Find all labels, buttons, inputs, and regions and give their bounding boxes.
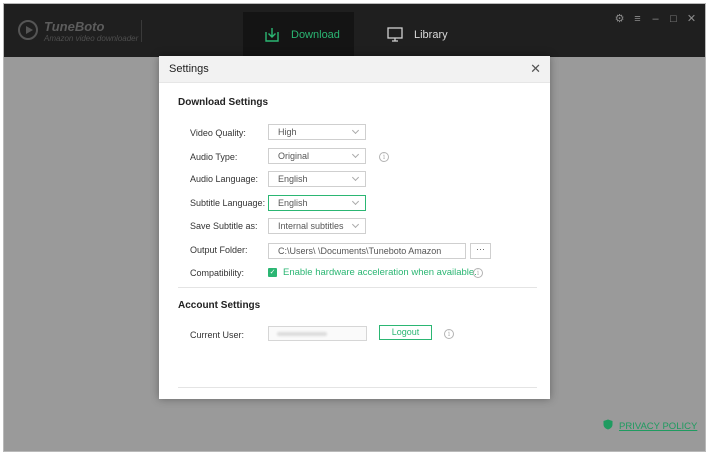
- gear-icon[interactable]: ⚙: [614, 13, 625, 25]
- divider: [178, 287, 537, 288]
- subtitle-language-label: Subtitle Language:: [190, 198, 266, 208]
- download-icon: [263, 26, 281, 44]
- divider: [178, 387, 537, 388]
- audio-type-value: Original: [278, 151, 310, 161]
- download-settings-heading: Download Settings: [178, 97, 268, 108]
- current-user-label: Current User:: [190, 330, 245, 340]
- chevron-down-icon: [351, 220, 360, 229]
- tab-download-label: Download: [291, 28, 340, 41]
- shield-icon: [603, 419, 613, 433]
- audio-language-label: Audio Language:: [190, 174, 259, 184]
- video-quality-value: High: [278, 127, 297, 137]
- tab-download[interactable]: Download: [243, 12, 354, 57]
- tab-library[interactable]: Library: [366, 12, 486, 57]
- privacy-policy-link[interactable]: PRIVACY POLICY: [603, 419, 697, 433]
- subtitle-language-value: English: [278, 198, 308, 208]
- logout-button[interactable]: Logout: [379, 325, 432, 340]
- audio-type-label: Audio Type:: [190, 152, 238, 162]
- app-logo-icon: [18, 20, 38, 40]
- chevron-down-icon: [351, 126, 360, 135]
- save-subtitle-select[interactable]: Internal subtitles: [268, 218, 366, 234]
- privacy-policy-label: PRIVACY POLICY: [619, 420, 698, 432]
- info-icon[interactable]: i: [473, 268, 483, 278]
- app-window: TuneBoto Amazon video downloader Downloa…: [3, 3, 706, 452]
- dialog-title: Settings: [169, 63, 209, 75]
- divider: [141, 20, 142, 42]
- current-user-field: [268, 326, 367, 341]
- browse-button[interactable]: ···: [470, 243, 491, 259]
- tab-library-label: Library: [414, 28, 448, 41]
- chevron-down-icon: [351, 197, 360, 206]
- settings-dialog: Settings ✕ Download Settings Video Quali…: [159, 56, 550, 399]
- chevron-down-icon: [351, 150, 360, 159]
- audio-language-value: English: [278, 174, 308, 184]
- close-icon[interactable]: ✕: [686, 13, 697, 25]
- audio-type-select[interactable]: Original: [268, 148, 366, 164]
- window-controls: ⚙ ≡ – □ ✕: [614, 13, 697, 25]
- save-subtitle-value: Internal subtitles: [278, 221, 344, 231]
- output-folder-field[interactable]: C:\Users\ \Documents\Tuneboto Amazon: [268, 243, 466, 259]
- chevron-down-icon: [351, 173, 360, 182]
- monitor-icon: [386, 26, 404, 43]
- video-quality-label: Video Quality:: [190, 128, 246, 138]
- hardware-acceleration-label: Enable hardware acceleration when availa…: [283, 267, 477, 278]
- info-icon[interactable]: i: [379, 152, 389, 162]
- account-settings-heading: Account Settings: [178, 300, 261, 311]
- minimize-icon[interactable]: –: [650, 13, 661, 25]
- video-quality-select[interactable]: High: [268, 124, 366, 140]
- save-subtitle-label: Save Subtitle as:: [190, 221, 258, 231]
- menu-icon[interactable]: ≡: [632, 13, 643, 25]
- app-name: TuneBoto: [44, 19, 105, 34]
- audio-language-select[interactable]: English: [268, 171, 366, 187]
- subtitle-language-select[interactable]: English: [268, 195, 366, 211]
- compatibility-label: Compatibility:: [190, 268, 245, 278]
- title-bar: TuneBoto Amazon video downloader Downloa…: [4, 4, 705, 57]
- redacted-user: [277, 332, 327, 336]
- output-folder-label: Output Folder:: [190, 245, 248, 255]
- hardware-acceleration-checkbox[interactable]: ✓: [268, 268, 277, 277]
- info-icon[interactable]: i: [444, 329, 454, 339]
- dialog-close-icon[interactable]: ✕: [530, 61, 541, 77]
- maximize-icon[interactable]: □: [668, 13, 679, 25]
- dialog-header: Settings ✕: [159, 56, 550, 83]
- app-subtitle: Amazon video downloader: [44, 34, 139, 43]
